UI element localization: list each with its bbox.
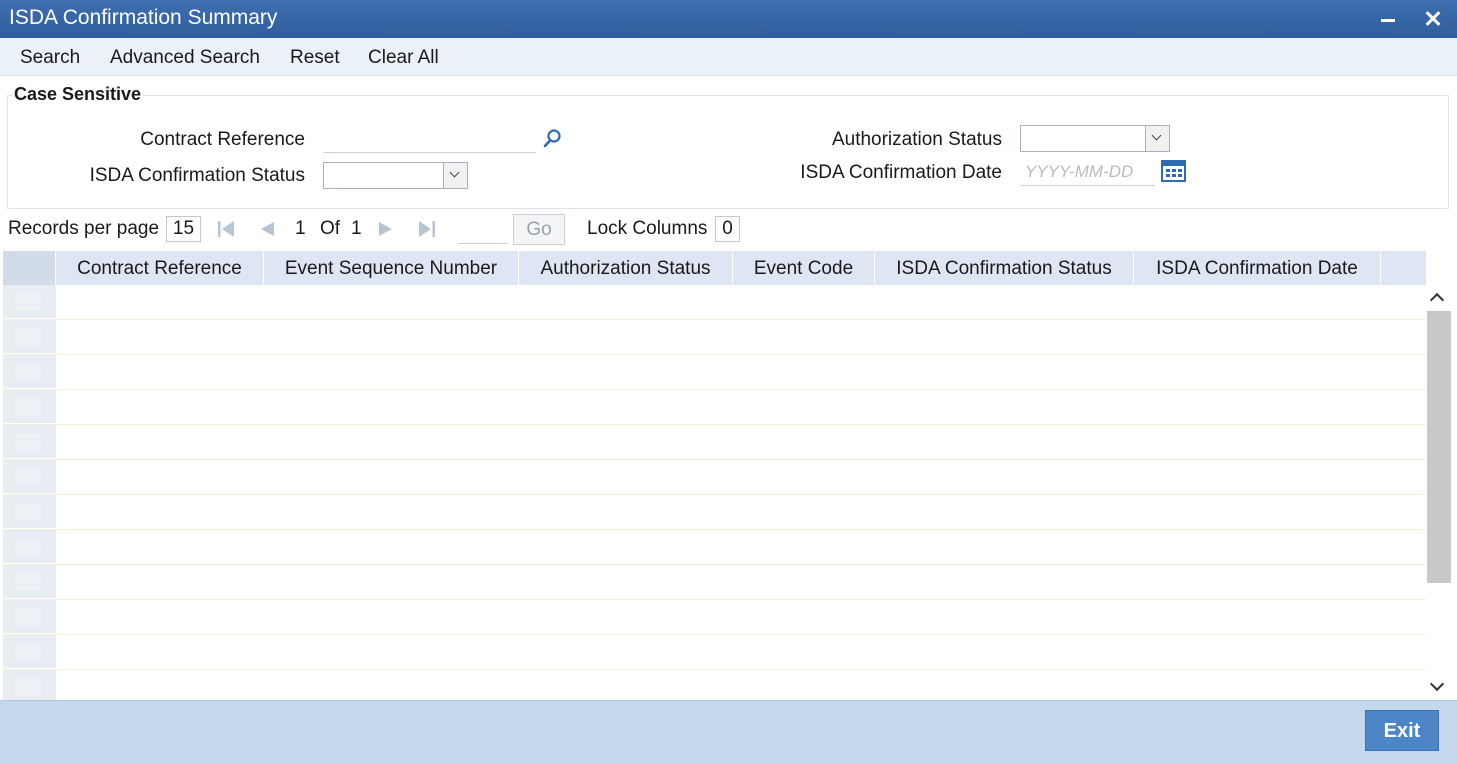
case-sensitive-legend: Case Sensitive bbox=[12, 84, 144, 105]
row-checkbox[interactable] bbox=[3, 635, 56, 669]
table-row[interactable] bbox=[3, 495, 1426, 530]
table-row[interactable] bbox=[3, 530, 1426, 565]
table-row[interactable] bbox=[3, 635, 1426, 670]
row-checkbox[interactable] bbox=[3, 565, 56, 599]
row-checkbox[interactable] bbox=[3, 495, 56, 529]
next-page-icon[interactable] bbox=[376, 220, 396, 238]
records-per-page-input[interactable]: 15 bbox=[166, 216, 201, 242]
close-icon[interactable] bbox=[1418, 4, 1448, 34]
table-row[interactable] bbox=[3, 600, 1426, 635]
isda-confirmation-status-select[interactable] bbox=[323, 162, 468, 189]
calendar-icon[interactable] bbox=[1161, 160, 1186, 182]
chevron-up-icon[interactable] bbox=[1429, 292, 1445, 308]
row-checkbox[interactable] bbox=[3, 285, 56, 319]
column-header-event-sequence-number[interactable]: Event Sequence Number bbox=[264, 251, 519, 285]
table-row[interactable] bbox=[3, 460, 1426, 495]
title-bar: ISDA Confirmation Summary bbox=[0, 0, 1457, 38]
lookup-icon[interactable] bbox=[543, 128, 563, 150]
goto-page-input[interactable] bbox=[458, 216, 508, 244]
footer-bar: Exit bbox=[0, 700, 1457, 763]
previous-page-icon[interactable] bbox=[258, 220, 278, 238]
search-criteria-panel bbox=[7, 95, 1449, 209]
row-checkbox[interactable] bbox=[3, 460, 56, 494]
chevron-down-icon bbox=[1145, 126, 1169, 151]
advanced-search-button[interactable]: Advanced Search bbox=[110, 47, 260, 69]
row-checkbox[interactable] bbox=[3, 670, 56, 700]
current-page: 1 bbox=[295, 218, 306, 239]
total-pages: 1 bbox=[351, 218, 362, 239]
isda-confirmation-date-input[interactable] bbox=[1020, 158, 1155, 186]
table-row[interactable] bbox=[3, 670, 1426, 700]
select-all-column[interactable] bbox=[3, 251, 56, 285]
column-header-event-code[interactable]: Event Code bbox=[733, 251, 875, 285]
lock-columns-label: Lock Columns bbox=[587, 218, 708, 239]
table-row[interactable] bbox=[3, 565, 1426, 600]
authorization-status-label: Authorization Status bbox=[831, 129, 1002, 150]
clear-all-button[interactable]: Clear All bbox=[368, 47, 439, 69]
of-label: Of bbox=[320, 218, 341, 239]
row-checkbox[interactable] bbox=[3, 600, 56, 634]
results-grid: Contract Reference Event Sequence Number… bbox=[3, 251, 1426, 700]
table-row[interactable] bbox=[3, 355, 1426, 390]
go-button[interactable]: Go bbox=[513, 214, 565, 245]
contract-reference-label: Contract Reference bbox=[140, 129, 305, 150]
vertical-scrollbar[interactable] bbox=[1426, 251, 1453, 700]
isda-confirmation-date-label: ISDA Confirmation Date bbox=[800, 162, 1002, 183]
toolbar: Search Advanced Search Reset Clear All bbox=[0, 38, 1457, 76]
column-header-contract-reference[interactable]: Contract Reference bbox=[56, 251, 264, 285]
column-header-isda-confirmation-status[interactable]: ISDA Confirmation Status bbox=[875, 251, 1134, 285]
pagination-bar: Records per page 15 1 Of 1 Go Lock Colum… bbox=[0, 214, 1457, 245]
exit-button[interactable]: Exit bbox=[1365, 710, 1439, 751]
lock-columns-input[interactable]: 0 bbox=[715, 216, 740, 242]
isda-confirmation-status-label: ISDA Confirmation Status bbox=[89, 165, 305, 186]
grid-header: Contract Reference Event Sequence Number… bbox=[3, 251, 1426, 285]
table-row[interactable] bbox=[3, 390, 1426, 425]
records-per-page-label: Records per page bbox=[8, 218, 160, 239]
last-page-icon[interactable] bbox=[417, 220, 437, 238]
contract-reference-input[interactable] bbox=[323, 127, 536, 153]
minimize-icon[interactable] bbox=[1373, 4, 1403, 34]
reset-button[interactable]: Reset bbox=[290, 47, 340, 69]
row-checkbox[interactable] bbox=[3, 355, 56, 389]
row-checkbox[interactable] bbox=[3, 390, 56, 424]
authorization-status-select[interactable] bbox=[1020, 125, 1170, 152]
table-row[interactable] bbox=[3, 320, 1426, 355]
table-row[interactable] bbox=[3, 425, 1426, 460]
table-row[interactable] bbox=[3, 285, 1426, 320]
chevron-down-icon[interactable] bbox=[1429, 676, 1445, 692]
row-checkbox[interactable] bbox=[3, 320, 56, 354]
window-title: ISDA Confirmation Summary bbox=[9, 6, 278, 29]
search-button[interactable]: Search bbox=[20, 47, 80, 69]
row-checkbox[interactable] bbox=[3, 530, 56, 564]
scrollbar-thumb[interactable] bbox=[1427, 311, 1451, 583]
chevron-down-icon bbox=[443, 163, 467, 188]
column-header-authorization-status[interactable]: Authorization Status bbox=[519, 251, 733, 285]
row-checkbox[interactable] bbox=[3, 425, 56, 459]
column-header-isda-confirmation-date[interactable]: ISDA Confirmation Date bbox=[1134, 251, 1381, 285]
first-page-icon[interactable] bbox=[217, 220, 237, 238]
